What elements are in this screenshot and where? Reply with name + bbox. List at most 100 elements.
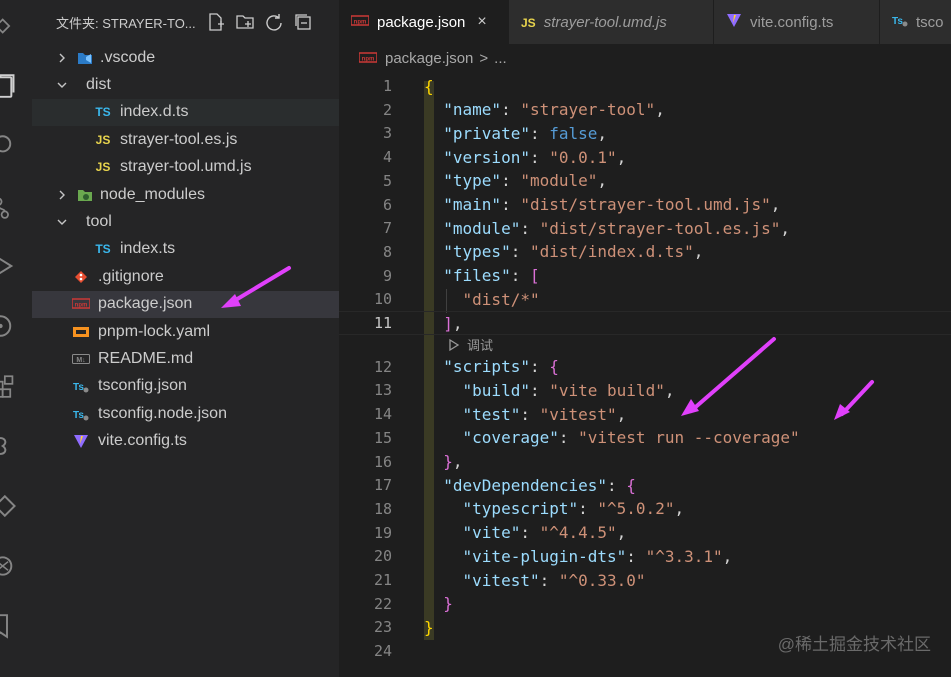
close-icon[interactable]: × <box>477 13 486 31</box>
explorer-title: 文件夹: STRAYER-TO... <box>56 15 196 31</box>
code-line[interactable]: 15 "coverage": "vitest run --coverage" <box>339 426 951 450</box>
line-number: 4 <box>382 148 392 167</box>
code-line[interactable]: 7 "module": "dist/strayer-tool.es.js", <box>339 216 951 240</box>
line-number: 22 <box>373 594 392 613</box>
tree-item-label: strayer-tool.es.js <box>120 130 238 148</box>
tree-item[interactable]: M↓ README.md <box>32 345 339 372</box>
code-token: "^5.0.2" <box>597 499 675 519</box>
js-badge: JS <box>95 160 111 175</box>
tree-item[interactable]: Ts tsconfig.json <box>32 373 339 400</box>
tree-item[interactable]: tool <box>32 208 339 235</box>
code-line[interactable]: 18 "typescript": "^5.0.2", <box>339 497 951 521</box>
code-token: : <box>607 475 627 495</box>
code-line[interactable]: 20 "vite-plugin-dts": "^3.3.1", <box>339 544 951 568</box>
bookmark-icon[interactable] <box>0 606 32 646</box>
line-number: 9 <box>382 266 392 285</box>
new-file-icon[interactable] <box>206 12 226 32</box>
code-line[interactable]: 21 "vitest": "^0.33.0" <box>339 568 951 592</box>
code-line[interactable]: 4 "version": "0.0.1", <box>339 145 951 169</box>
tree-item[interactable]: pnpm-lock.yaml <box>32 318 339 345</box>
source-control-icon[interactable] <box>0 186 32 226</box>
breadcrumb-more[interactable]: ... <box>494 50 507 67</box>
svg-text:Ts: Ts <box>892 16 903 27</box>
code-token: "module" <box>443 218 521 238</box>
tree-item-label: index.ts <box>120 240 176 258</box>
code-text: "name": "strayer-tool", <box>424 100 665 119</box>
code-token: "types" <box>443 242 511 262</box>
code-line[interactable]: 22 } <box>339 592 951 616</box>
code-text: ], <box>424 314 462 333</box>
code-line[interactable]: 12 "scripts": { <box>339 355 951 379</box>
refresh-icon[interactable] <box>264 12 284 32</box>
git-graph-icon[interactable] <box>0 306 32 346</box>
new-folder-icon[interactable] <box>235 12 255 32</box>
code-token: "private" <box>443 123 530 143</box>
files-icon[interactable] <box>0 66 32 106</box>
explorer-icon[interactable] <box>0 6 32 46</box>
search-icon[interactable] <box>0 126 32 166</box>
tab-package-json[interactable]: npm package.json × <box>339 0 509 44</box>
code-line[interactable]: 9 "files": [ <box>339 264 951 288</box>
tree-item-label: README.md <box>98 349 194 367</box>
chevron-right-icon[interactable] <box>56 189 68 201</box>
tab-tsco[interactable]: Ts tsco <box>880 0 951 44</box>
code-line[interactable]: 11 ], <box>339 311 951 335</box>
code-token: "typescript" <box>462 499 579 519</box>
collapse-all-icon[interactable] <box>293 12 313 32</box>
tab-strayer-tool-umd-js[interactable]: JS strayer-tool.umd.js <box>509 0 714 44</box>
run-debug-icon[interactable] <box>0 246 32 286</box>
tree-item[interactable]: Ts tsconfig.node.json <box>32 400 339 427</box>
yaml-file-icon <box>72 323 90 341</box>
code-line[interactable]: 16 }, <box>339 450 951 474</box>
tab-bar: npm package.json × JS strayer-tool.umd.js vit… <box>339 0 951 44</box>
code-token: } <box>424 617 434 637</box>
code-line[interactable]: 8 "types": "dist/index.d.ts", <box>339 240 951 264</box>
code-line[interactable]: 2 "name": "strayer-tool", <box>339 98 951 122</box>
code-line[interactable]: 19 "vite": "^4.4.5", <box>339 521 951 545</box>
annotation-arrow-sidebar <box>221 266 291 308</box>
code-token: : <box>529 357 550 377</box>
code-text: "typescript": "^5.0.2", <box>424 499 685 519</box>
tree-item-label: tsconfig.json <box>98 377 187 395</box>
code-token: "0.0.1" <box>549 147 617 167</box>
tree-item[interactable]: JS strayer-tool.es.js <box>32 126 339 153</box>
chevron-down-icon[interactable] <box>56 79 68 91</box>
tree-item[interactable]: dist <box>32 71 339 98</box>
code-token: } <box>443 594 453 614</box>
debug-codelens[interactable]: 调试 <box>447 335 493 355</box>
openai-icon[interactable] <box>0 546 32 586</box>
extensions-icon[interactable] <box>0 366 32 406</box>
code-line[interactable]: 1{ <box>339 74 951 98</box>
tree-item-label: strayer-tool.umd.js <box>120 158 252 176</box>
tree-item[interactable]: vite.config.ts <box>32 428 339 455</box>
code-line[interactable]: 5 "type": "module", <box>339 169 951 193</box>
watermark: @稀土掘金技术社区 <box>777 635 931 654</box>
tree-item[interactable]: .vscode <box>32 44 339 71</box>
code-text: "vite-plugin-dts": "^3.3.1", <box>424 547 733 566</box>
code-line[interactable]: 6 "main": "dist/strayer-tool.umd.js", <box>339 193 951 217</box>
line-number: 6 <box>382 195 392 214</box>
test-icon[interactable] <box>0 486 32 526</box>
code-line[interactable]: 10 "dist/*" <box>339 287 951 311</box>
code-token: "main" <box>443 195 502 214</box>
code-text: "types": "dist/index.d.ts", <box>424 242 703 261</box>
remote-icon[interactable] <box>0 426 32 466</box>
tree-item[interactable]: JS strayer-tool.umd.js <box>32 154 339 181</box>
vite-icon <box>726 12 742 32</box>
chevron-right-icon[interactable] <box>56 52 68 64</box>
tree-item-label: vite.config.ts <box>98 432 187 450</box>
tree-item[interactable]: TS index.d.ts <box>32 98 339 126</box>
code-token: : <box>529 147 550 167</box>
tab-vite-config-ts[interactable]: vite.config.ts <box>714 0 880 44</box>
tree-item[interactable]: node_modules <box>32 181 339 208</box>
tree-item[interactable]: TS index.ts <box>32 236 339 263</box>
code-token: "vite build" <box>549 380 665 400</box>
code-token: : <box>529 380 550 400</box>
breadcrumb-file[interactable]: package.json <box>385 50 473 67</box>
chevron-down-icon[interactable] <box>56 216 68 228</box>
code-line[interactable]: 3 "private": false, <box>339 121 951 145</box>
code-line[interactable]: 17 "devDependencies": { <box>339 473 951 497</box>
code-token: } <box>443 452 453 471</box>
